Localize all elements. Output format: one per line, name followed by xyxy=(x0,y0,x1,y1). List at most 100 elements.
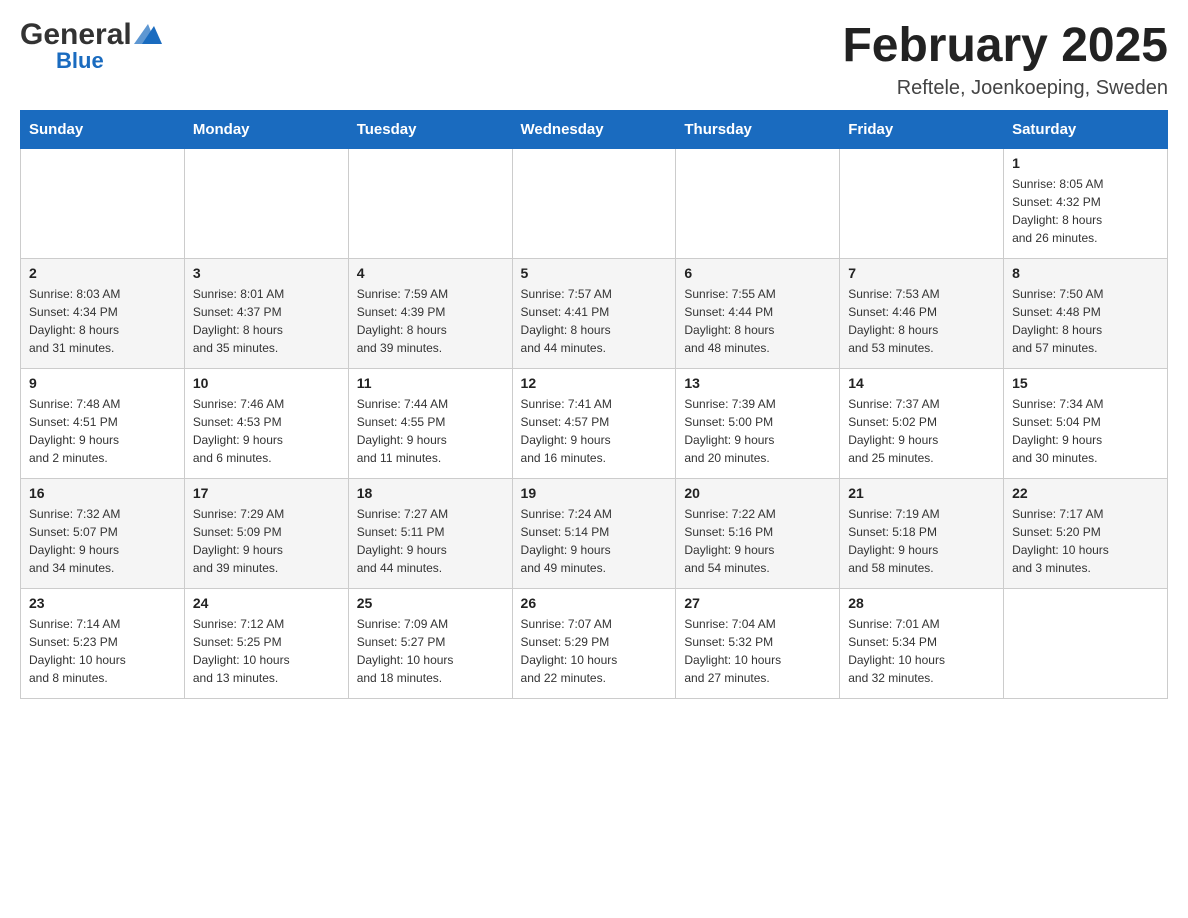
day-number: 20 xyxy=(684,485,831,501)
day-sun-info: Sunrise: 8:05 AM Sunset: 4:32 PM Dayligh… xyxy=(1012,175,1159,247)
weekday-header-wednesday: Wednesday xyxy=(512,110,676,148)
day-number: 1 xyxy=(1012,155,1159,171)
day-sun-info: Sunrise: 7:34 AM Sunset: 5:04 PM Dayligh… xyxy=(1012,395,1159,467)
calendar-cell xyxy=(840,148,1004,258)
calendar-cell: 14 Sunrise: 7:37 AM Sunset: 5:02 PM Dayli… xyxy=(840,368,1004,478)
day-number: 23 xyxy=(29,595,176,611)
weekday-header-tuesday: Tuesday xyxy=(348,110,512,148)
day-number: 26 xyxy=(521,595,668,611)
weekday-header-row: SundayMondayTuesdayWednesdayThursdayFrid… xyxy=(21,110,1168,148)
location-subtitle: Reftele, Joenkoeping, Sweden xyxy=(842,77,1168,100)
day-sun-info: Sunrise: 7:57 AM Sunset: 4:41 PM Dayligh… xyxy=(521,285,668,357)
day-sun-info: Sunrise: 7:17 AM Sunset: 5:20 PM Dayligh… xyxy=(1012,505,1159,577)
weekday-header-friday: Friday xyxy=(840,110,1004,148)
day-number: 22 xyxy=(1012,485,1159,501)
calendar-cell: 4 Sunrise: 7:59 AM Sunset: 4:39 PM Daylig… xyxy=(348,258,512,368)
calendar-cell: 1 Sunrise: 8:05 AM Sunset: 4:32 PM Daylig… xyxy=(1004,148,1168,258)
day-number: 27 xyxy=(684,595,831,611)
day-number: 16 xyxy=(29,485,176,501)
day-number: 24 xyxy=(193,595,340,611)
calendar-cell: 3 Sunrise: 8:01 AM Sunset: 4:37 PM Daylig… xyxy=(184,258,348,368)
day-sun-info: Sunrise: 7:39 AM Sunset: 5:00 PM Dayligh… xyxy=(684,395,831,467)
calendar-cell xyxy=(512,148,676,258)
day-number: 12 xyxy=(521,375,668,391)
calendar-cell: 9 Sunrise: 7:48 AM Sunset: 4:51 PM Daylig… xyxy=(21,368,185,478)
day-number: 9 xyxy=(29,375,176,391)
day-sun-info: Sunrise: 7:37 AM Sunset: 5:02 PM Dayligh… xyxy=(848,395,995,467)
calendar-cell: 2 Sunrise: 8:03 AM Sunset: 4:34 PM Daylig… xyxy=(21,258,185,368)
calendar-table: SundayMondayTuesdayWednesdayThursdayFrid… xyxy=(20,110,1168,699)
calendar-cell: 11 Sunrise: 7:44 AM Sunset: 4:55 PM Dayli… xyxy=(348,368,512,478)
day-sun-info: Sunrise: 7:12 AM Sunset: 5:25 PM Dayligh… xyxy=(193,615,340,687)
day-sun-info: Sunrise: 7:07 AM Sunset: 5:29 PM Dayligh… xyxy=(521,615,668,687)
day-sun-info: Sunrise: 7:48 AM Sunset: 4:51 PM Dayligh… xyxy=(29,395,176,467)
day-sun-info: Sunrise: 7:14 AM Sunset: 5:23 PM Dayligh… xyxy=(29,615,176,687)
page-header: General Blue February 2025 Reftele, Joen… xyxy=(20,20,1168,100)
calendar-cell: 17Sunrise: 7:29 AM Sunset: 5:09 PM Dayli… xyxy=(184,478,348,588)
day-sun-info: Sunrise: 8:03 AM Sunset: 4:34 PM Dayligh… xyxy=(29,285,176,357)
weekday-header-thursday: Thursday xyxy=(676,110,840,148)
day-sun-info: Sunrise: 7:55 AM Sunset: 4:44 PM Dayligh… xyxy=(684,285,831,357)
calendar-cell: 22 Sunrise: 7:17 AM Sunset: 5:20 PM Dayli… xyxy=(1004,478,1168,588)
day-number: 10 xyxy=(193,375,340,391)
calendar-cell: 7Sunrise: 7:53 AM Sunset: 4:46 PM Daylig… xyxy=(840,258,1004,368)
calendar-week-row: 1 Sunrise: 8:05 AM Sunset: 4:32 PM Daylig… xyxy=(21,148,1168,258)
calendar-cell: 27 Sunrise: 7:04 AM Sunset: 5:32 PM Dayli… xyxy=(676,588,840,698)
day-number: 19 xyxy=(521,485,668,501)
logo-general-text: General xyxy=(20,20,162,50)
calendar-cell: 12 Sunrise: 7:41 AM Sunset: 4:57 PM Dayli… xyxy=(512,368,676,478)
calendar-cell: 6Sunrise: 7:55 AM Sunset: 4:44 PM Daylig… xyxy=(676,258,840,368)
day-sun-info: Sunrise: 7:09 AM Sunset: 5:27 PM Dayligh… xyxy=(357,615,504,687)
day-number: 11 xyxy=(357,375,504,391)
calendar-cell: 24 Sunrise: 7:12 AM Sunset: 5:25 PM Dayli… xyxy=(184,588,348,698)
calendar-cell xyxy=(676,148,840,258)
logo-blue-text: Blue xyxy=(56,50,104,72)
day-sun-info: Sunrise: 7:27 AM Sunset: 5:11 PM Dayligh… xyxy=(357,505,504,577)
day-sun-info: Sunrise: 7:44 AM Sunset: 4:55 PM Dayligh… xyxy=(357,395,504,467)
calendar-cell: 25 Sunrise: 7:09 AM Sunset: 5:27 PM Dayli… xyxy=(348,588,512,698)
day-sun-info: Sunrise: 8:01 AM Sunset: 4:37 PM Dayligh… xyxy=(193,285,340,357)
day-sun-info: Sunrise: 7:24 AM Sunset: 5:14 PM Dayligh… xyxy=(521,505,668,577)
logo: General Blue xyxy=(20,20,162,72)
calendar-cell: 26 Sunrise: 7:07 AM Sunset: 5:29 PM Dayli… xyxy=(512,588,676,698)
calendar-cell: 19 Sunrise: 7:24 AM Sunset: 5:14 PM Dayli… xyxy=(512,478,676,588)
day-number: 25 xyxy=(357,595,504,611)
day-number: 4 xyxy=(357,265,504,281)
day-number: 14 xyxy=(848,375,995,391)
month-title: February 2025 xyxy=(842,20,1168,73)
calendar-cell: 8Sunrise: 7:50 AM Sunset: 4:48 PM Daylig… xyxy=(1004,258,1168,368)
calendar-week-row: 2 Sunrise: 8:03 AM Sunset: 4:34 PM Daylig… xyxy=(21,258,1168,368)
calendar-week-row: 9 Sunrise: 7:48 AM Sunset: 4:51 PM Daylig… xyxy=(21,368,1168,478)
day-number: 21 xyxy=(848,485,995,501)
calendar-cell: 13Sunrise: 7:39 AM Sunset: 5:00 PM Dayli… xyxy=(676,368,840,478)
title-section: February 2025 Reftele, Joenkoeping, Swed… xyxy=(842,20,1168,100)
day-sun-info: Sunrise: 7:59 AM Sunset: 4:39 PM Dayligh… xyxy=(357,285,504,357)
calendar-cell xyxy=(21,148,185,258)
day-number: 18 xyxy=(357,485,504,501)
weekday-header-saturday: Saturday xyxy=(1004,110,1168,148)
day-number: 5 xyxy=(521,265,668,281)
day-sun-info: Sunrise: 7:19 AM Sunset: 5:18 PM Dayligh… xyxy=(848,505,995,577)
day-sun-info: Sunrise: 7:29 AM Sunset: 5:09 PM Dayligh… xyxy=(193,505,340,577)
calendar-cell: 20Sunrise: 7:22 AM Sunset: 5:16 PM Dayli… xyxy=(676,478,840,588)
day-sun-info: Sunrise: 7:32 AM Sunset: 5:07 PM Dayligh… xyxy=(29,505,176,577)
calendar-cell: 23 Sunrise: 7:14 AM Sunset: 5:23 PM Dayli… xyxy=(21,588,185,698)
day-sun-info: Sunrise: 7:46 AM Sunset: 4:53 PM Dayligh… xyxy=(193,395,340,467)
day-number: 2 xyxy=(29,265,176,281)
calendar-cell: 16 Sunrise: 7:32 AM Sunset: 5:07 PM Dayli… xyxy=(21,478,185,588)
day-sun-info: Sunrise: 7:01 AM Sunset: 5:34 PM Dayligh… xyxy=(848,615,995,687)
calendar-cell xyxy=(184,148,348,258)
calendar-week-row: 16 Sunrise: 7:32 AM Sunset: 5:07 PM Dayli… xyxy=(21,478,1168,588)
day-sun-info: Sunrise: 7:41 AM Sunset: 4:57 PM Dayligh… xyxy=(521,395,668,467)
calendar-cell: 5 Sunrise: 7:57 AM Sunset: 4:41 PM Daylig… xyxy=(512,258,676,368)
calendar-week-row: 23 Sunrise: 7:14 AM Sunset: 5:23 PM Dayli… xyxy=(21,588,1168,698)
calendar-cell: 10 Sunrise: 7:46 AM Sunset: 4:53 PM Dayli… xyxy=(184,368,348,478)
day-number: 7 xyxy=(848,265,995,281)
weekday-header-sunday: Sunday xyxy=(21,110,185,148)
day-number: 15 xyxy=(1012,375,1159,391)
day-number: 28 xyxy=(848,595,995,611)
day-sun-info: Sunrise: 7:50 AM Sunset: 4:48 PM Dayligh… xyxy=(1012,285,1159,357)
day-sun-info: Sunrise: 7:04 AM Sunset: 5:32 PM Dayligh… xyxy=(684,615,831,687)
day-number: 3 xyxy=(193,265,340,281)
logo-mountain-icon xyxy=(134,24,162,46)
